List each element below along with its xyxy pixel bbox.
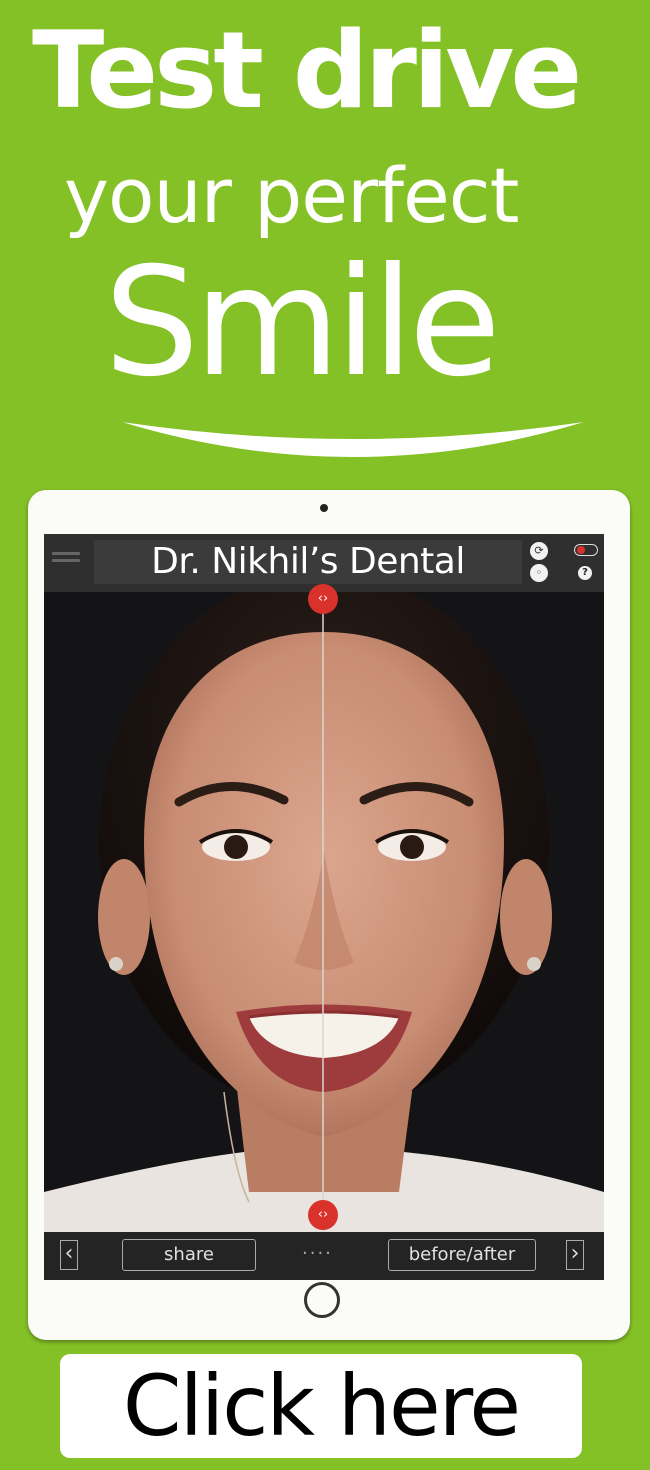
settings-icon[interactable]: ◦ [530,564,548,582]
headline-line-1: Test drive [32,9,582,132]
before-after-divider[interactable] [322,592,324,1232]
home-button-icon[interactable] [304,1282,340,1318]
camera-icon [320,504,328,512]
click-here-button[interactable]: Click here [60,1354,582,1458]
slider-handle-icon[interactable]: ‹› [308,584,338,614]
chevron-left-icon[interactable]: ‹ [60,1240,78,1270]
face-photo [44,592,604,1232]
page-dots: ···· [302,1243,333,1264]
app-bottom-bar: ‹ share ···· before/after › [44,1232,604,1280]
app-screen: Dr. Nikhil’s Dental ⟳ ◦ ? ‹› ‹› ‹ share … [44,534,604,1280]
share-button[interactable]: share [122,1239,256,1271]
sync-icon[interactable]: ⟳ [530,542,548,560]
headline-line-2: your perfect [64,151,519,240]
chevron-right-icon[interactable]: › [566,1240,584,1270]
smile-curve-icon [122,422,584,457]
tablet-device: Dr. Nikhil’s Dental ⟳ ◦ ? ‹› ‹› ‹ share … [28,490,630,1340]
menu-icon[interactable] [52,552,80,572]
slider-handle-icon[interactable]: ‹› [308,1200,338,1230]
before-after-button[interactable]: before/after [388,1239,536,1271]
toggle-icon[interactable] [574,544,598,556]
help-icon[interactable]: ? [578,566,592,580]
app-title: Dr. Nikhil’s Dental [94,540,522,584]
headline: Test drive your perfect Smile [0,0,650,480]
headline-line-3: Smile [104,236,501,410]
